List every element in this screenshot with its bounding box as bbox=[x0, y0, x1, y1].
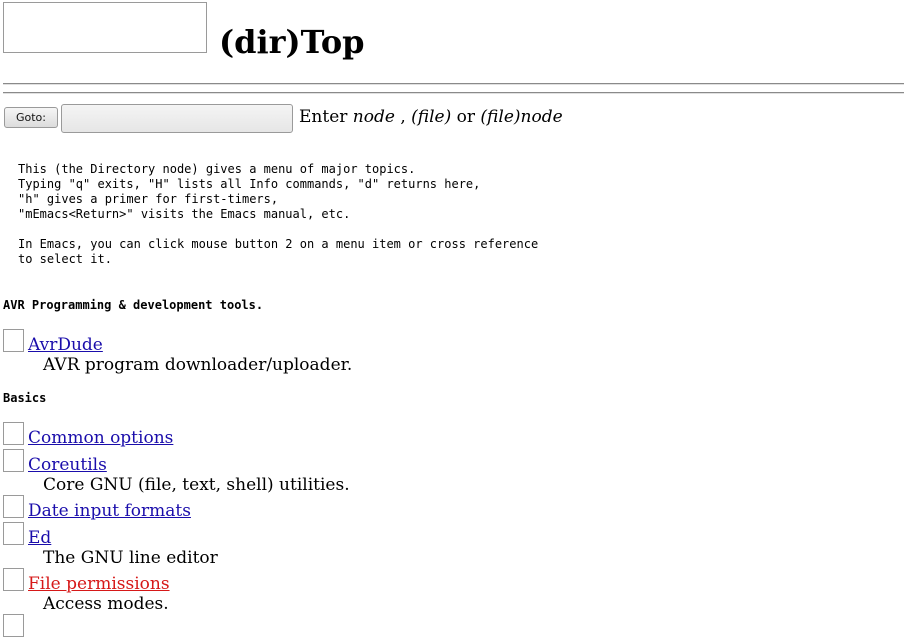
page-title: (dir)Top bbox=[219, 23, 365, 61]
goto-input[interactable] bbox=[61, 104, 293, 133]
logo-box bbox=[3, 2, 207, 53]
goto-hint-file: (file) bbox=[411, 107, 452, 127]
goto-hint-prefix: Enter bbox=[299, 107, 353, 127]
goto-hint-node: node bbox=[352, 107, 395, 127]
goto-hint-or: or bbox=[451, 107, 481, 127]
menu-link-avrdude[interactable]: AvrDude bbox=[28, 334, 103, 356]
goto-button[interactable]: Goto: bbox=[4, 107, 58, 128]
menu-link-file-permissions[interactable]: File permissions bbox=[28, 573, 170, 595]
menu-desc-file-permissions: Access modes. bbox=[43, 594, 169, 614]
menu-entry-checkbox[interactable] bbox=[3, 495, 24, 518]
goto-hint-sep: , bbox=[394, 107, 412, 127]
menu-desc-coreutils: Core GNU (file, text, shell) utilities. bbox=[43, 475, 350, 495]
menu-entry-checkbox[interactable] bbox=[3, 329, 24, 352]
divider-top bbox=[3, 83, 904, 85]
menu-desc-ed: The GNU line editor bbox=[43, 548, 218, 568]
menu-link-common-options[interactable]: Common options bbox=[28, 427, 173, 449]
goto-hint-filenode: (file)node bbox=[480, 107, 563, 127]
menu-entry-checkbox[interactable] bbox=[3, 568, 24, 591]
menu-link-date-input-formats[interactable]: Date input formats bbox=[28, 500, 191, 522]
menu-entry-checkbox[interactable] bbox=[3, 449, 24, 472]
menu-entry-checkbox[interactable] bbox=[3, 522, 24, 545]
intro-text: This (the Directory node) gives a menu o… bbox=[18, 162, 539, 266]
menu-entry-checkbox[interactable] bbox=[3, 422, 24, 445]
divider-bottom bbox=[3, 92, 904, 94]
menu-link-ed[interactable]: Ed bbox=[28, 527, 51, 549]
menu-desc-avrdude: AVR program downloader/uploader. bbox=[43, 355, 353, 375]
section-heading-basics: Basics bbox=[3, 391, 47, 405]
menu-entry-checkbox[interactable] bbox=[3, 614, 24, 637]
menu-link-coreutils[interactable]: Coreutils bbox=[28, 454, 107, 476]
section-heading-avr: AVR Programming & development tools. bbox=[3, 298, 264, 312]
goto-hint: Enter node , (file) or (file)node bbox=[299, 106, 563, 128]
